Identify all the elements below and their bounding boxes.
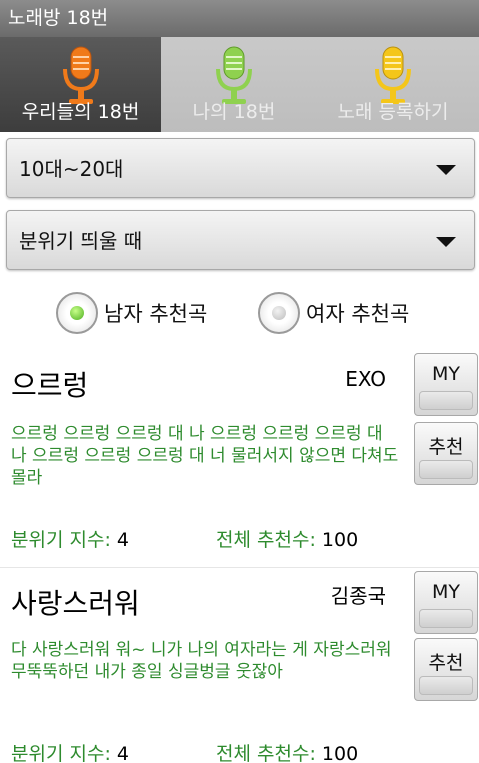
mood-dropdown[interactable]: 분위기 띄울 때 — [6, 210, 475, 270]
tab-label: 나의 18번 — [192, 101, 276, 123]
gender-radio-group: 남자 추천곡 여자 추천곡 — [0, 290, 479, 340]
song-card: 으르렁 EXO MY 추천 으르렁 으르렁 으르렁 대 나 으르렁 으르렁 으르… — [0, 350, 479, 568]
app-title-bar: 노래방 18번 — [0, 0, 479, 37]
song-title: 으르렁 — [11, 369, 89, 402]
radio-unchecked-icon — [258, 292, 300, 334]
total-recommend: 전체 추천수: 100 — [216, 529, 359, 551]
tab-label: 우리들의 18번 — [21, 101, 140, 123]
dropdown-arrow-icon — [436, 165, 456, 175]
song-card: 사랑스러워 김종국 MY 추천 다 사랑스러워 워~ 니가 나의 여자라는 게 … — [0, 568, 479, 763]
mood-score-value: 4 — [116, 529, 129, 551]
mood-value: 분위기 띄울 때 — [19, 229, 143, 253]
male-radio-label: 남자 추천곡 — [104, 302, 208, 326]
mood-score: 분위기 지수: 4 — [11, 743, 129, 763]
male-radio[interactable]: 남자 추천곡 — [56, 292, 207, 334]
tab-my-18[interactable]: 나의 18번 — [161, 37, 307, 132]
total-recommend-value: 100 — [321, 743, 359, 763]
song-lyrics: 으르렁 으르렁 으르렁 대 나 으르렁 으르렁 으르렁 대 나 으르렁 으르렁 … — [11, 424, 399, 488]
mood-score-value: 4 — [116, 743, 129, 763]
radio-checked-icon — [56, 292, 98, 334]
total-recommend: 전체 추천수: 100 — [216, 743, 359, 763]
tab-our-18[interactable]: 우리들의 18번 — [0, 37, 161, 132]
app-title: 노래방 18번 — [8, 7, 109, 29]
female-radio-label: 여자 추천곡 — [306, 302, 410, 326]
song-title: 사랑스러워 — [11, 587, 140, 620]
total-recommend-value: 100 — [321, 529, 359, 551]
song-singer: 김종국 — [330, 584, 386, 608]
tab-bar: 우리들의 18번 나의 18번 노래 등록하기 — [0, 37, 479, 132]
song-lyrics: 다 사랑스러워 워~ 니가 나의 여자라는 게 자랑스러워 무뚝뚝하던 내가 종… — [11, 640, 392, 682]
recommend-button[interactable]: 추천 — [414, 638, 478, 701]
age-group-value: 10대~20대 — [19, 157, 124, 181]
female-radio[interactable]: 여자 추천곡 — [258, 292, 409, 334]
mood-score: 분위기 지수: 4 — [11, 529, 129, 551]
tab-label: 노래 등록하기 — [337, 101, 449, 123]
my-button[interactable]: MY — [414, 353, 478, 416]
my-button[interactable]: MY — [414, 571, 478, 634]
age-group-dropdown[interactable]: 10대~20대 — [6, 138, 475, 198]
recommend-button[interactable]: 추천 — [414, 422, 478, 485]
song-singer: EXO — [345, 367, 386, 391]
tab-register-song[interactable]: 노래 등록하기 — [307, 37, 479, 132]
dropdown-arrow-icon — [436, 237, 456, 247]
